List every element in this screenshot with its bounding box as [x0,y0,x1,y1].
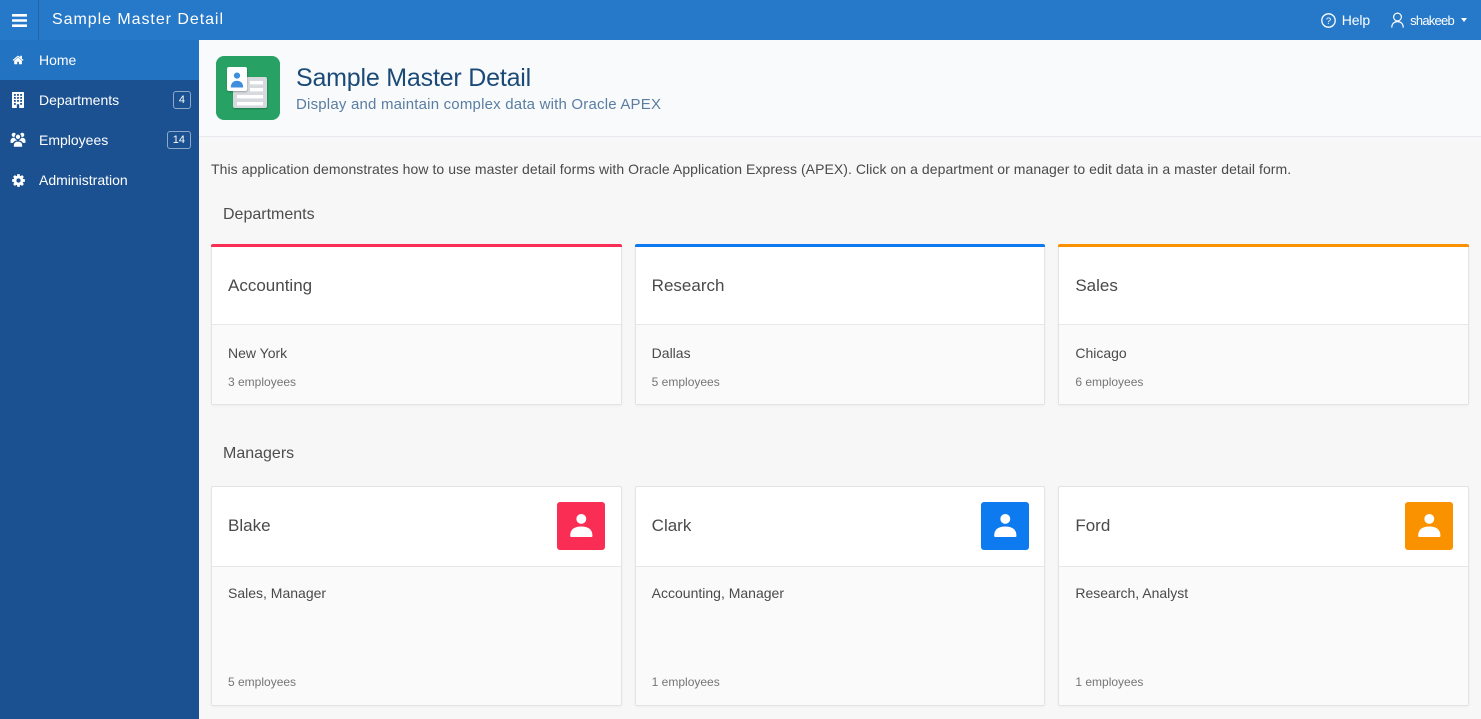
svg-text:?: ? [1326,16,1331,27]
